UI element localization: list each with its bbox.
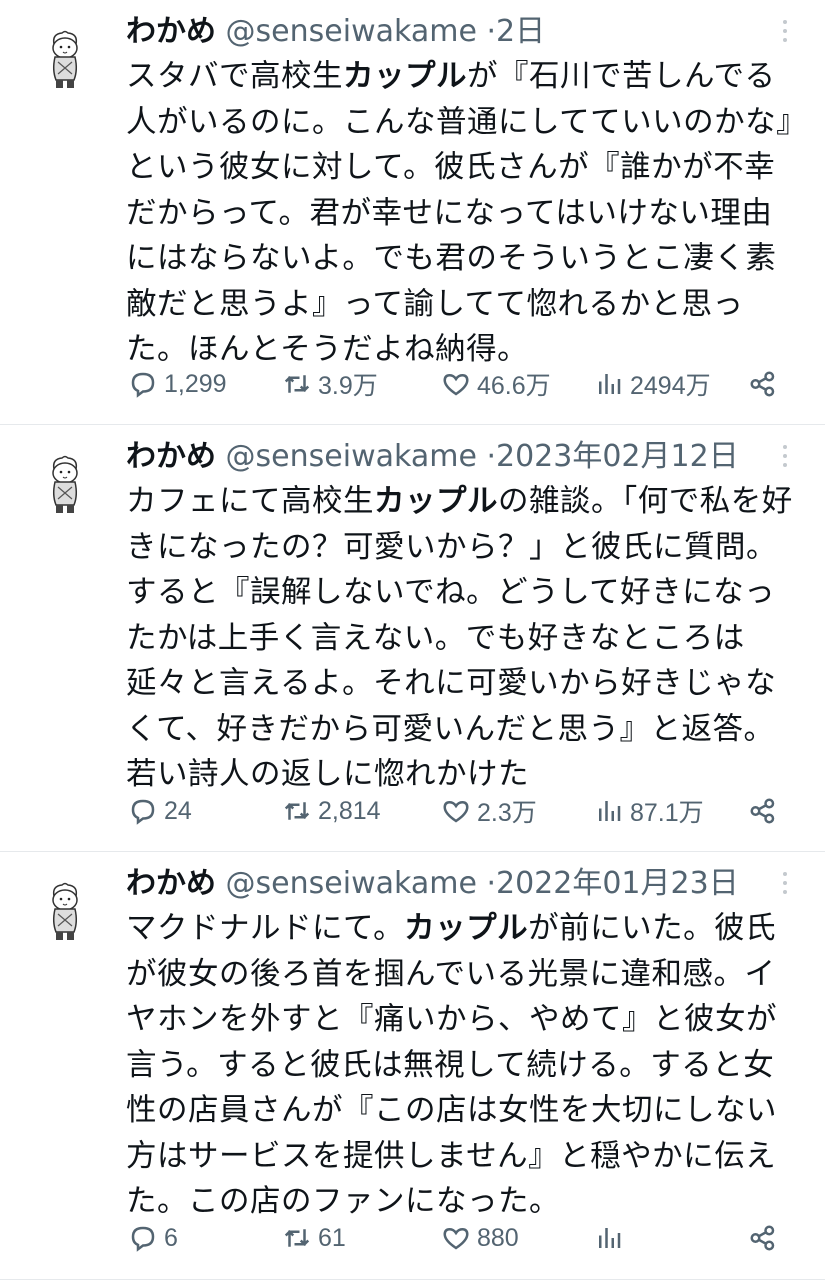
tweet-text: スタバで高校生カップルが『石川で苦しんでる人がいるのに。こんな普通にしてていいの… xyxy=(126,54,802,373)
like-count: 880 xyxy=(477,1223,519,1252)
avatar[interactable] xyxy=(42,30,88,92)
action-bar: 1,299 3.9万 46.6万 2494万 xyxy=(128,364,788,404)
like-count: 46.6万 xyxy=(477,372,551,400)
reply-icon xyxy=(131,799,155,825)
like-icon xyxy=(443,1227,469,1250)
highlighted-keyword: カップル xyxy=(343,59,467,94)
reply-count: 6 xyxy=(164,1223,178,1252)
display-name[interactable]: わかめ xyxy=(126,14,216,49)
tweet-text: マクドナルドにて。カップルが前にいた。彼氏が彼女の後ろ首を掴んでいる光景に違和感… xyxy=(126,906,802,1225)
tweet[interactable]: わかめ @senseiwakame ·2日 スタバで高校生カップルが『石川で苦し… xyxy=(0,0,825,425)
share-icon xyxy=(750,371,775,397)
tweet-header: わかめ @senseiwakame ·2023年02月12日 xyxy=(126,435,765,479)
like-icon xyxy=(443,373,469,396)
tweet-header: わかめ @senseiwakame ·2日 xyxy=(126,10,765,54)
retweet-button[interactable]: 3.9万 xyxy=(282,364,378,404)
user-handle[interactable]: @senseiwakame xyxy=(226,866,477,901)
share-icon xyxy=(750,1225,775,1251)
reply-button[interactable]: 24 xyxy=(128,791,192,831)
more-icon[interactable] xyxy=(779,20,791,50)
share-icon xyxy=(750,798,775,824)
reply-count: 24 xyxy=(164,796,192,825)
tweet-text-part: マクドナルドにて。 xyxy=(126,911,405,946)
views-icon xyxy=(599,1228,621,1248)
timestamp[interactable]: 2日 xyxy=(496,14,545,49)
views-button[interactable] xyxy=(594,1218,630,1258)
share-button[interactable] xyxy=(748,791,778,831)
views-icon xyxy=(599,801,621,821)
display-name[interactable]: わかめ xyxy=(126,866,216,901)
retweet-icon xyxy=(284,802,310,820)
highlighted-keyword: カップル xyxy=(404,911,529,946)
retweet-icon xyxy=(284,1229,310,1247)
more-icon[interactable] xyxy=(779,872,791,902)
user-handle[interactable]: @senseiwakame xyxy=(226,14,477,49)
reply-count: 1,299 xyxy=(164,369,227,398)
reply-icon xyxy=(131,372,155,398)
views-icon xyxy=(599,374,621,394)
separator: · xyxy=(486,439,496,474)
retweet-button[interactable]: 2,814 xyxy=(282,791,381,831)
view-count: 2494万 xyxy=(630,372,711,400)
action-bar: 6 61 880 xyxy=(128,1218,788,1258)
view-count: 87.1万 xyxy=(630,799,704,827)
timestamp[interactable]: 2023年02月12日 xyxy=(496,439,739,474)
like-count: 2.3万 xyxy=(477,799,537,827)
share-button[interactable] xyxy=(748,1218,778,1258)
tweet-text: カフェにて高校生カップルの雑談。「何で私を好きになったの？可愛いから？」と彼氏に… xyxy=(126,479,802,798)
tweet-text-part: の雑談。「何で私を好きになったの？可愛いから？」と彼氏に質問。すると『誤解しない… xyxy=(126,484,793,792)
user-handle[interactable]: @senseiwakame xyxy=(226,439,477,474)
tweet-text-part: スタバで高校生 xyxy=(126,59,343,94)
tweet-text-part: が『石川で苦しんでる人がいるのに。こんな普通にしてていいのかな』という彼女に対し… xyxy=(126,59,792,367)
tweet[interactable]: わかめ @senseiwakame ·2023年02月12日 カフェにて高校生カ… xyxy=(0,425,825,852)
tweet-header: わかめ @senseiwakame ·2022年01月23日 xyxy=(126,862,765,906)
retweet-button[interactable]: 61 xyxy=(282,1218,346,1258)
display-name[interactable]: わかめ xyxy=(126,439,216,474)
timestamp[interactable]: 2022年01月23日 xyxy=(496,866,739,901)
avatar[interactable] xyxy=(42,455,88,517)
views-button[interactable]: 87.1万 xyxy=(594,791,704,831)
tweet-text-part: カフェにて高校生 xyxy=(126,484,374,519)
retweet-count: 2,814 xyxy=(318,796,381,825)
like-button[interactable]: 880 xyxy=(441,1218,519,1258)
separator: · xyxy=(486,14,496,49)
action-bar: 24 2,814 2.3万 87.1万 xyxy=(128,791,788,831)
like-button[interactable]: 46.6万 xyxy=(441,364,551,404)
retweet-count: 61 xyxy=(318,1223,346,1252)
reply-button[interactable]: 1,299 xyxy=(128,364,227,404)
retweet-icon xyxy=(284,375,310,393)
highlighted-keyword: カップル xyxy=(374,484,498,519)
separator: · xyxy=(486,866,496,901)
more-icon[interactable] xyxy=(779,445,791,475)
like-button[interactable]: 2.3万 xyxy=(441,791,537,831)
share-button[interactable] xyxy=(748,364,778,404)
tweet[interactable]: わかめ @senseiwakame ·2022年01月23日 マクドナルドにて。… xyxy=(0,852,825,1280)
reply-icon xyxy=(131,1226,155,1252)
like-icon xyxy=(443,800,469,823)
reply-button[interactable]: 6 xyxy=(128,1218,178,1258)
retweet-count: 3.9万 xyxy=(318,372,378,400)
tweet-text-part: が前にいた。彼氏が彼女の後ろ首を掴んでいる光景に違和感。イヤホンを外すと『痛いか… xyxy=(126,911,777,1219)
avatar[interactable] xyxy=(42,882,88,944)
views-button[interactable]: 2494万 xyxy=(594,364,711,404)
